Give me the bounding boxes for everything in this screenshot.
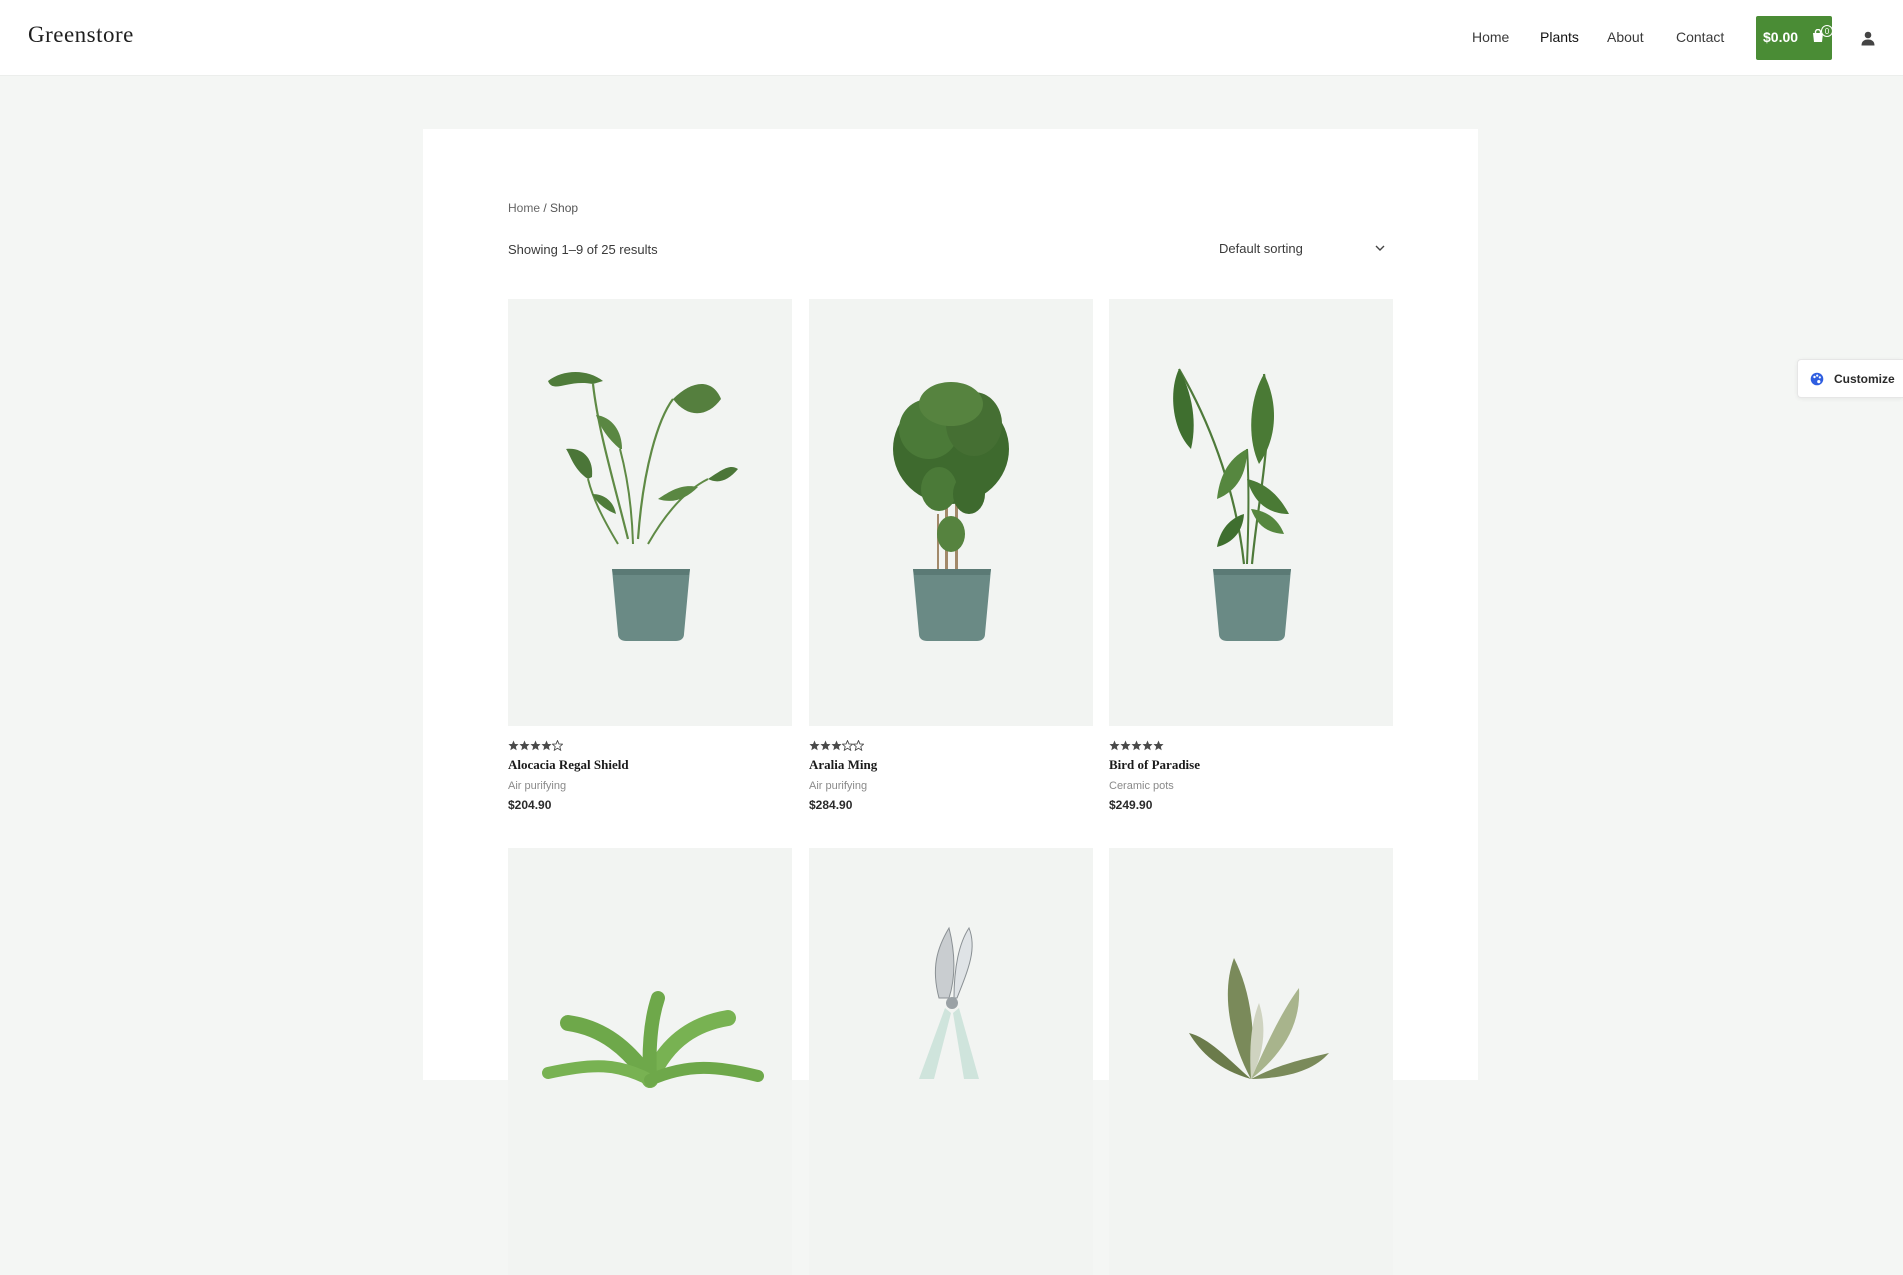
product-image[interactable] [1109,299,1393,726]
star-filled-icon [530,740,541,751]
sorting-select[interactable]: Default sorting [1219,234,1399,264]
product-price: $284.90 [809,798,853,812]
nav-item-contact[interactable]: Contact [1676,29,1724,45]
cart-count-badge: 0 [1821,25,1833,37]
chevron-down-icon [1375,245,1385,251]
breadcrumb-separator: / [543,201,547,215]
product-image[interactable] [508,299,792,726]
product-category: Air purifying [809,780,868,792]
cart-button[interactable]: $0.00 0 [1756,16,1833,60]
breadcrumb: Home / Shop [508,201,578,215]
star-filled-icon [1142,740,1153,751]
star-filled-icon [809,740,820,751]
nav-item-home[interactable]: Home [1472,29,1509,45]
star-empty-icon [842,740,853,751]
star-empty-icon [853,740,864,751]
nav-item-plants[interactable]: Plants [1540,29,1579,45]
product-price: $204.90 [508,798,552,812]
star-filled-icon [541,740,552,751]
star-filled-icon [831,740,842,751]
palette-icon [1810,372,1824,386]
product-category: Ceramic pots [1109,780,1174,792]
star-empty-icon [552,740,563,751]
site-logo[interactable]: Greenstore [28,22,134,48]
star-filled-icon [1131,740,1142,751]
shop-content: Home / Shop Showing 1–9 of 25 results De… [423,129,1478,1275]
sorting-selected-value: Default sorting [1219,241,1303,256]
star-filled-icon [519,740,530,751]
product-category: Air purifying [508,780,567,792]
star-filled-icon [1153,740,1164,751]
star-filled-icon [1120,740,1131,751]
product-price: $249.90 [1109,798,1153,812]
user-icon[interactable] [1860,30,1876,46]
cart-total: $0.00 [1763,29,1799,45]
nav-item-about[interactable]: About [1607,29,1644,45]
star-filled-icon [820,740,831,751]
breadcrumb-current: Shop [550,201,579,215]
product-image[interactable] [1109,848,1393,1275]
product-title[interactable]: Bird of Paradise [1109,757,1200,773]
customize-label: Customize [1834,372,1895,386]
product-title[interactable]: Alocacia Regal Shield [508,757,629,773]
site-header: Greenstore Home Plants About Contact $0.… [0,0,1903,76]
star-filled-icon [508,740,519,751]
result-count: Showing 1–9 of 25 results [508,242,658,257]
breadcrumb-home[interactable]: Home [508,201,540,215]
customize-button[interactable]: Customize [1797,359,1903,398]
product-title[interactable]: Aralia Ming [809,757,877,773]
product-image[interactable] [508,848,792,1275]
product-image[interactable] [809,299,1093,726]
star-filled-icon [1109,740,1120,751]
product-image[interactable] [809,848,1093,1275]
